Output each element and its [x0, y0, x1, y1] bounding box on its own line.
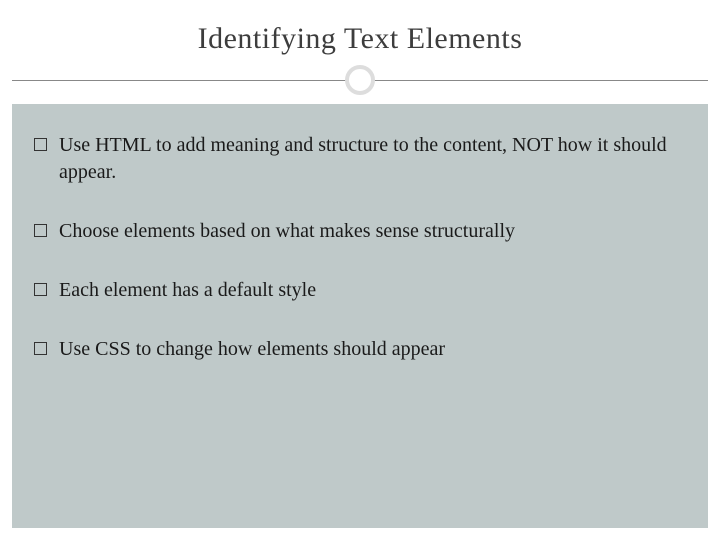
- square-bullet-icon: [34, 224, 47, 237]
- slide-title: Identifying Text Elements: [0, 22, 720, 56]
- bullet-text: Each element has a default style: [59, 277, 686, 304]
- list-item: Use HTML to add meaning and structure to…: [34, 132, 686, 186]
- bullet-text: Choose elements based on what makes sens…: [59, 218, 686, 245]
- list-item: Each element has a default style: [34, 277, 686, 304]
- list-item: Use CSS to change how elements should ap…: [34, 336, 686, 363]
- bullet-text: Use CSS to change how elements should ap…: [59, 336, 686, 363]
- list-item: Choose elements based on what makes sens…: [34, 218, 686, 245]
- square-bullet-icon: [34, 138, 47, 151]
- square-bullet-icon: [34, 283, 47, 296]
- content-box: Use HTML to add meaning and structure to…: [12, 104, 708, 528]
- bullet-text: Use HTML to add meaning and structure to…: [59, 132, 686, 186]
- slide: Identifying Text Elements Use HTML to ad…: [0, 0, 720, 540]
- square-bullet-icon: [34, 342, 47, 355]
- divider-ring-icon: [345, 65, 375, 95]
